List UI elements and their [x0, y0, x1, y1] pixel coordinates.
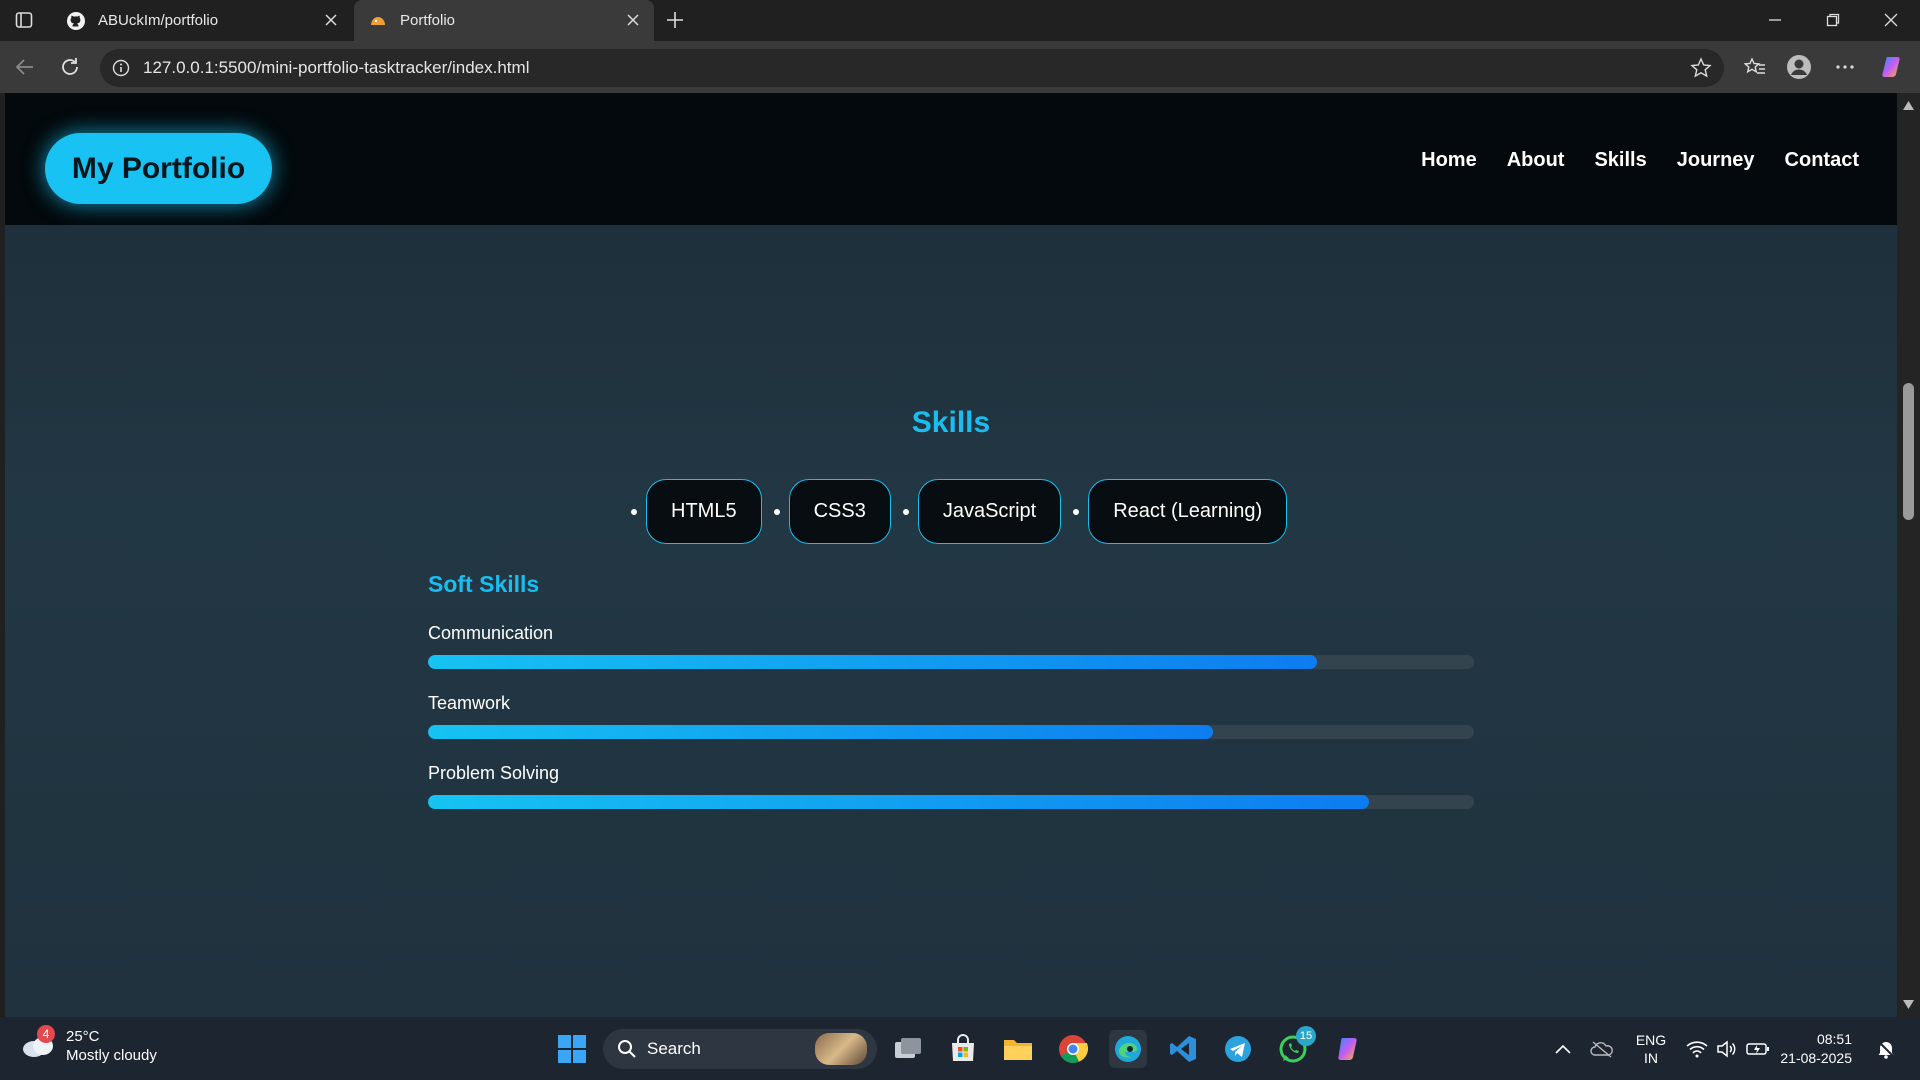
scroll-up-icon[interactable] — [1902, 99, 1915, 112]
progress-fill — [428, 655, 1318, 669]
search-highlight-image — [815, 1033, 867, 1065]
volume-icon[interactable] — [1714, 1017, 1740, 1080]
profile-avatar-icon[interactable] — [1786, 54, 1812, 80]
url-text[interactable]: 127.0.0.1:5500/mini-portfolio-tasktracke… — [143, 58, 529, 78]
task-view-icon[interactable] — [889, 1030, 927, 1068]
new-tab-icon[interactable] — [663, 8, 687, 32]
close-tab-icon[interactable] — [624, 11, 642, 29]
file-explorer-icon[interactable] — [999, 1030, 1037, 1068]
nav-skills[interactable]: Skills — [1594, 149, 1646, 172]
skill-chips: HTML5 CSS3 JavaScript React (Learning) — [631, 479, 1299, 544]
site-logo[interactable]: My Portfolio — [45, 133, 272, 204]
scroll-down-icon[interactable] — [1902, 998, 1915, 1011]
minimize-icon[interactable] — [1762, 8, 1788, 32]
notification-badge: 15 — [1296, 1026, 1316, 1046]
progress-track — [428, 655, 1474, 669]
copilot-icon[interactable] — [1879, 54, 1905, 80]
nav-contact[interactable]: Contact — [1785, 149, 1859, 172]
battery-icon[interactable] — [1744, 1017, 1772, 1080]
skills-heading: Skills — [911, 406, 991, 439]
page-scrollbar[interactable] — [1897, 93, 1920, 1017]
tab-title: Portfolio — [400, 12, 456, 29]
reload-icon[interactable] — [57, 54, 83, 80]
vscode-icon[interactable] — [1164, 1030, 1202, 1068]
close-window-icon[interactable] — [1878, 8, 1904, 32]
search-label: Search — [647, 1039, 701, 1058]
clock-date: 21-08-2025 — [1780, 1049, 1852, 1066]
list-item: React (Learning) — [1073, 479, 1299, 544]
soft-skill-label: Teamwork — [428, 693, 511, 713]
language-indicator[interactable]: ENG IN — [1630, 1017, 1672, 1080]
favorite-star-icon[interactable] — [1690, 57, 1712, 79]
site-nav: Home About Skills Journey Contact — [1421, 149, 1859, 172]
tab-actions-icon[interactable] — [13, 9, 35, 31]
cloud-icon: 4 — [20, 1025, 58, 1061]
soft-skill-row: Problem Solving — [428, 763, 1474, 809]
soft-skills-heading: Soft Skills — [428, 571, 540, 597]
site-header: My Portfolio Home About Skills Journey C… — [5, 93, 1897, 225]
show-hidden-icons-chevron-icon[interactable] — [1550, 1017, 1576, 1080]
weather-temp: 25°C — [66, 1028, 100, 1045]
address-bar[interactable]: 127.0.0.1:5500/mini-portfolio-tasktracke… — [100, 49, 1724, 87]
wifi-icon[interactable] — [1684, 1017, 1710, 1080]
skill-chip: JavaScript — [917, 479, 1062, 544]
soft-skill-row: Communication — [428, 623, 1474, 669]
restore-icon[interactable] — [1820, 8, 1846, 32]
close-tab-icon[interactable] — [322, 11, 340, 29]
notification-bell-icon[interactable] — [1872, 1017, 1900, 1080]
skill-chip: React (Learning) — [1088, 479, 1288, 544]
list-item: HTML5 — [631, 479, 774, 544]
taskbar-search[interactable]: Search — [603, 1029, 877, 1069]
progress-fill — [428, 725, 1213, 739]
clock[interactable]: 08:51 21-08-2025 — [1780, 1017, 1852, 1080]
skill-chip: HTML5 — [646, 479, 762, 544]
bullet — [1073, 508, 1080, 515]
tab-portfolio[interactable]: Portfolio — [354, 0, 654, 41]
chrome-icon[interactable] — [1054, 1030, 1092, 1068]
progress-track — [428, 725, 1474, 739]
telegram-icon[interactable] — [1219, 1030, 1257, 1068]
search-icon — [617, 1039, 637, 1059]
os-taskbar: 4 25°C Mostly cloudy Search 15 ENG IN 08… — [0, 1017, 1920, 1080]
page-viewport: My Portfolio Home About Skills Journey C… — [5, 93, 1897, 1017]
site-info-icon[interactable] — [111, 58, 131, 78]
progress-track — [428, 795, 1474, 809]
progress-fill — [428, 795, 1370, 809]
soft-skill-label: Problem Solving — [428, 763, 560, 783]
windows-start-icon[interactable] — [553, 1030, 591, 1068]
weather-condition: Mostly cloudy — [66, 1047, 157, 1064]
whatsapp-icon[interactable]: 15 — [1274, 1026, 1316, 1068]
nav-home[interactable]: Home — [1421, 149, 1477, 172]
page-icon — [368, 11, 388, 31]
copilot-app-icon[interactable] — [1329, 1030, 1367, 1068]
bullet — [631, 508, 637, 515]
list-item: JavaScript — [902, 479, 1073, 544]
tab-github[interactable]: ABUckIm/portfolio — [52, 0, 352, 41]
soft-skill-label: Communication — [428, 623, 554, 643]
bullet — [902, 508, 909, 515]
github-icon — [66, 11, 86, 31]
edge-icon[interactable] — [1109, 1030, 1147, 1068]
nav-journey[interactable]: Journey — [1677, 149, 1755, 172]
scrollbar-thumb[interactable] — [1903, 383, 1914, 520]
clock-time: 08:51 — [1816, 1030, 1852, 1047]
weather-badge: 4 — [37, 1025, 55, 1043]
back-icon[interactable] — [12, 54, 38, 80]
skill-chip: CSS3 — [788, 479, 891, 544]
lang-line-1: ENG — [1635, 1031, 1667, 1048]
nav-about[interactable]: About — [1507, 149, 1565, 172]
tab-title: ABUckIm/portfolio — [98, 12, 219, 29]
weather-widget[interactable]: 4 25°C Mostly cloudy — [20, 1025, 157, 1065]
browser-toolbar: 127.0.0.1:5500/mini-portfolio-tasktracke… — [0, 41, 1920, 93]
onedrive-offline-icon[interactable] — [1588, 1017, 1616, 1080]
more-options-icon[interactable] — [1832, 54, 1858, 80]
bullet — [773, 508, 780, 515]
list-item: CSS3 — [773, 479, 903, 544]
microsoft-store-icon[interactable] — [944, 1030, 982, 1068]
tab-bar: ABUckIm/portfolio Portfolio — [0, 0, 1920, 41]
soft-skill-row: Teamwork — [428, 693, 1474, 739]
lang-line-2: IN — [1644, 1049, 1658, 1066]
favorites-icon[interactable] — [1742, 54, 1768, 80]
